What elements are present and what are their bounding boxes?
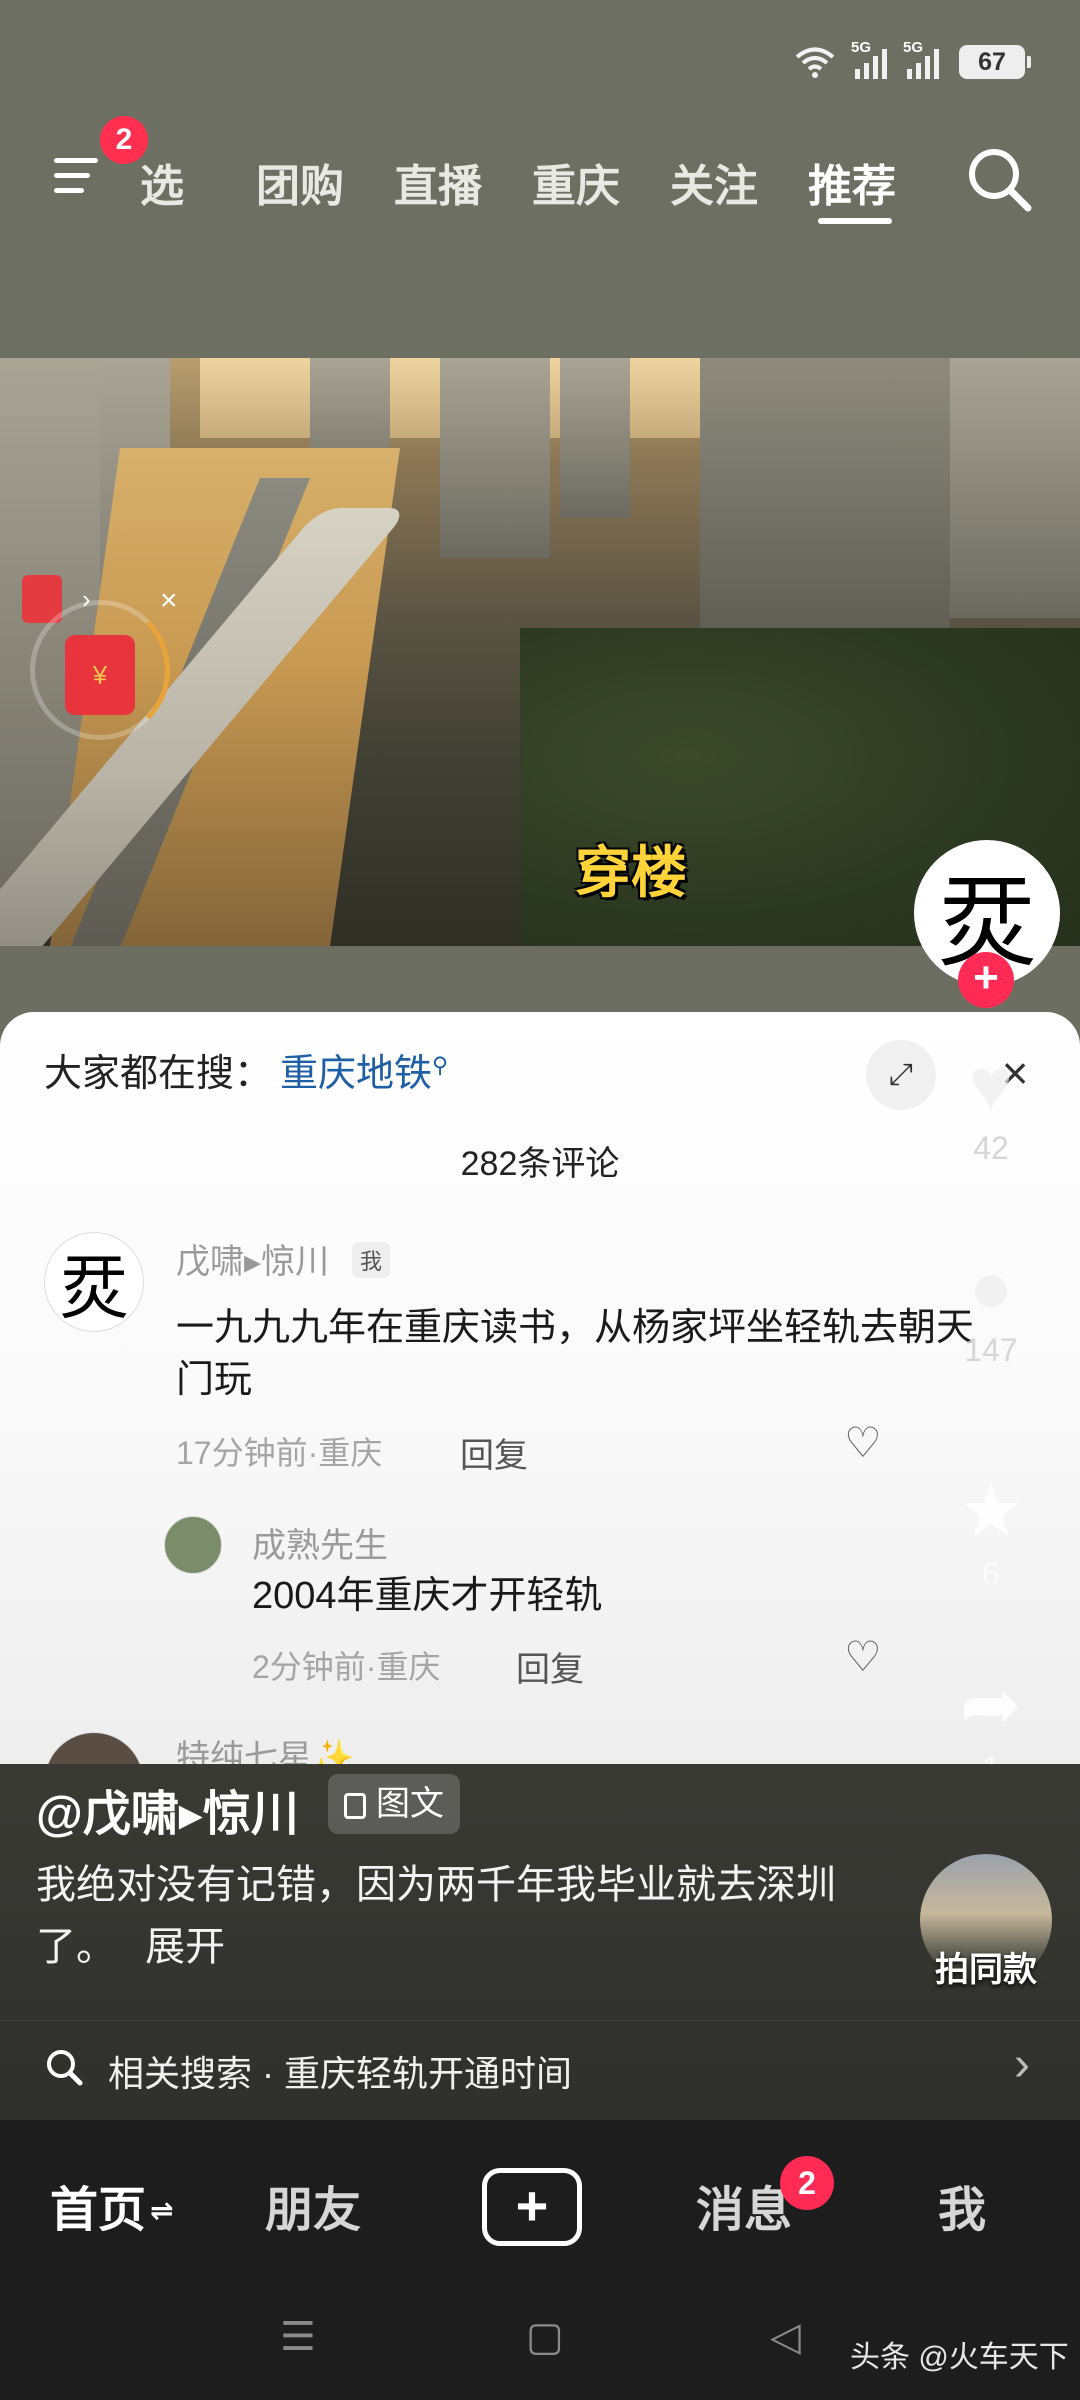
comment-count-action: 147 <box>964 1332 1018 1368</box>
status-bar: 5G 5G 67 <box>795 39 1031 84</box>
related-search-bar[interactable]: 相关搜索 · 重庆轻轨开通时间 › <box>0 2020 1080 2120</box>
comment-meta: 17分钟前·重庆 <box>176 1435 383 1471</box>
red-packet-icon: ¥ <box>65 635 135 715</box>
reply-button[interactable]: 回复 <box>460 1428 528 1477</box>
related-search-text: 相关搜索 · 重庆轻轨开通时间 <box>108 2053 572 2094</box>
tab-following[interactable]: 关注 <box>670 150 758 214</box>
document-icon <box>344 1793 366 1819</box>
trending-search-prefix: 大家都在搜： <box>44 1053 273 1095</box>
tab-friends[interactable]: 朋友 <box>265 2170 361 2240</box>
expand-link[interactable]: 展开 <box>145 1925 225 1969</box>
follow-button[interactable]: + <box>958 952 1014 1008</box>
heart-icon: ♥ <box>969 1043 1013 1126</box>
commenter-name[interactable]: 成熟先生 <box>252 1518 388 1567</box>
post-text: 我绝对没有记错，因为两千年我毕业就去深圳了。 展开 <box>36 1854 836 1978</box>
tab-messages[interactable]: 消息 <box>696 2170 792 2240</box>
menu-notification-badge: 2 <box>100 116 148 164</box>
author-handle[interactable]: @戊啸▸惊川 <box>36 1774 299 1844</box>
same-style-label[interactable]: 拍同款 <box>920 1942 1052 1991</box>
reply-button[interactable]: 回复 <box>516 1642 584 1691</box>
like-count: 42 <box>973 1130 1009 1166</box>
commenter-avatar[interactable] <box>164 1516 222 1574</box>
video-caption: 穿楼 <box>575 841 687 904</box>
cell-signal-2-icon: 5G <box>903 39 939 79</box>
post-type-label: 图文 <box>376 1785 444 1823</box>
post-type-badge: 图文 <box>328 1774 460 1834</box>
tab-recommended[interactable]: 推荐 <box>808 150 896 214</box>
favorite-count: 6 <box>982 1556 1000 1592</box>
wifi-icon <box>795 47 835 78</box>
top-nav: 选 团购 直播 重庆 关注 推荐 <box>0 130 1080 230</box>
like-icon[interactable]: ♡ <box>844 1418 882 1467</box>
favorite-action[interactable]: ★ 6 <box>936 1466 1046 1593</box>
comment-action[interactable]: ● 147 <box>936 1242 1046 1369</box>
comment-count: 282条评论 <box>460 1145 620 1183</box>
network-type-2: 5G <box>903 39 924 56</box>
like-icon[interactable]: ♡ <box>844 1632 882 1681</box>
create-button[interactable]: + <box>482 2168 582 2246</box>
commenter-avatar[interactable] <box>44 1732 144 1764</box>
tab-home[interactable]: 首页 ⇌ <box>50 2170 173 2240</box>
back-triangle-icon[interactable]: ◁ <box>770 2314 801 2360</box>
bottom-tab-bar: 首页 ⇌ 朋友 + 消息 2 我 <box>0 2120 1080 2290</box>
comment-meta: 2分钟前·重庆 <box>252 1649 441 1685</box>
watermark: 头条 @火车天下 <box>850 2341 1069 2374</box>
tab-me[interactable]: 我 <box>938 2170 986 2240</box>
like-action[interactable]: ♥ 42 <box>936 1040 1046 1167</box>
tab-featured[interactable]: 选 <box>140 150 184 214</box>
comment-icon: ● <box>968 1245 1014 1328</box>
comments-panel: 大家都在搜： 重庆地铁⚲ ⤢ × 282条评论 烎 戊啸▸惊川 我 一九九九年在重… <box>0 1012 1080 1764</box>
commenter-avatar[interactable]: 烎 <box>44 1232 144 1332</box>
battery-indicator: 67 <box>959 45 1031 79</box>
comment-text: 一九九九年在重庆读书，从杨家坪坐轻轨去朝天门玩 <box>176 1307 975 1401</box>
swap-icon: ⇌ <box>150 2195 174 2226</box>
commenter-name[interactable]: 特纯七星✨ <box>176 1730 354 1764</box>
cell-signal-1-icon: 5G <box>851 39 887 79</box>
expand-icon[interactable]: ⤢ <box>866 1040 936 1110</box>
building <box>560 358 630 518</box>
tab-chongqing[interactable]: 重庆 <box>532 150 620 214</box>
trending-search[interactable]: 大家都在搜： 重庆地铁⚲ <box>44 1042 448 1097</box>
messages-badge: 2 <box>780 2156 834 2210</box>
comment-text: 2004年重庆才开轻轨 <box>252 1575 603 1617</box>
tab-home-label: 首页 <box>50 2184 147 2237</box>
widget-close-icon[interactable]: × <box>160 584 178 618</box>
star-icon: ★ <box>957 1469 1025 1552</box>
building <box>950 358 1080 618</box>
tab-group-buy[interactable]: 团购 <box>256 150 344 214</box>
search-icon[interactable] <box>960 140 1040 220</box>
home-square-icon[interactable]: ▢ <box>526 2314 564 2360</box>
tab-live[interactable]: 直播 <box>394 150 482 214</box>
commenter-name[interactable]: 戊啸▸惊川 <box>176 1234 329 1283</box>
red-packet-widget[interactable]: ¥ <box>30 600 170 740</box>
search-icon <box>47 2050 83 2086</box>
network-type-1: 5G <box>851 39 872 56</box>
search-icon: ⚲ <box>432 1052 449 1078</box>
trending-search-keyword[interactable]: 重庆地铁 <box>280 1053 432 1095</box>
building <box>440 358 550 558</box>
chevron-right-icon: › <box>1014 2038 1030 2091</box>
active-tab-indicator <box>818 218 892 224</box>
share-icon: ➦ <box>959 1663 1022 1746</box>
post-description: @戊啸▸惊川 图文 我绝对没有记错，因为两千年我毕业就去深圳了。 展开 拍同款 … <box>0 1764 1080 2120</box>
recent-apps-icon[interactable]: ☰ <box>280 2314 316 2360</box>
menu-button[interactable] <box>50 148 106 204</box>
system-navigation-bar: ☰ ▢ ◁ 头条 @火车天下 <box>0 2290 1080 2400</box>
self-tag: 我 <box>352 1242 391 1278</box>
